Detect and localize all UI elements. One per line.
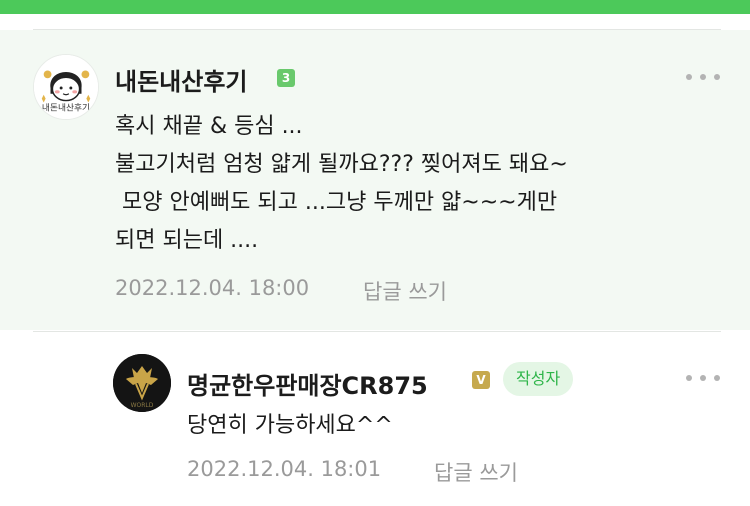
comment-author[interactable]: 내돈내산후기 bbox=[115, 62, 247, 97]
comment-date: 2022.12.04. 18:00 bbox=[115, 276, 310, 300]
profile-illustration: 내돈내산후기 bbox=[34, 55, 98, 119]
comment-text: 혹시 채끝 & 등심 ... 불고기처럼 엄청 얇게 될까요??? 찢어져도 돼요… bbox=[115, 108, 568, 260]
comment-line: 당연히 가능하세요^^ bbox=[187, 413, 393, 438]
comment-line: 혹시 채끝 & 등심 ... bbox=[115, 114, 303, 139]
reply-button[interactable]: 답글 쓰기 bbox=[363, 276, 447, 306]
comment-line: 모양 안예뻐도 되고 ...그냥 두께만 얇~~~게만 bbox=[115, 190, 558, 215]
comment-line: 되면 되는데 .... bbox=[115, 228, 259, 253]
comment-text: 당연히 가능하세요^^ bbox=[187, 407, 393, 445]
svg-text:WORLD: WORLD bbox=[131, 402, 154, 409]
top-accent-bar bbox=[0, 0, 750, 14]
more-dots-icon[interactable] bbox=[686, 72, 720, 82]
comment-date: 2022.12.04. 18:01 bbox=[187, 457, 382, 481]
more-dots-icon[interactable] bbox=[686, 373, 720, 383]
avatar[interactable]: 내돈내산후기 bbox=[33, 54, 99, 120]
reply-button[interactable]: 답글 쓰기 bbox=[434, 457, 518, 487]
comment-author[interactable]: 명균한우판매장CR875 bbox=[187, 366, 428, 401]
level-badge: 3 bbox=[277, 69, 295, 87]
divider bbox=[33, 331, 721, 332]
comment-line: 불고기처럼 엄청 얇게 될까요??? 찢어져도 돼요~ bbox=[115, 152, 568, 177]
author-badge: 작성자 bbox=[503, 362, 574, 396]
svg-text:내돈내산후기: 내돈내산후기 bbox=[42, 102, 90, 113]
avatar[interactable]: WORLD bbox=[113, 354, 171, 412]
profile-logo: WORLD bbox=[113, 354, 171, 412]
level-badge: V bbox=[472, 371, 490, 389]
